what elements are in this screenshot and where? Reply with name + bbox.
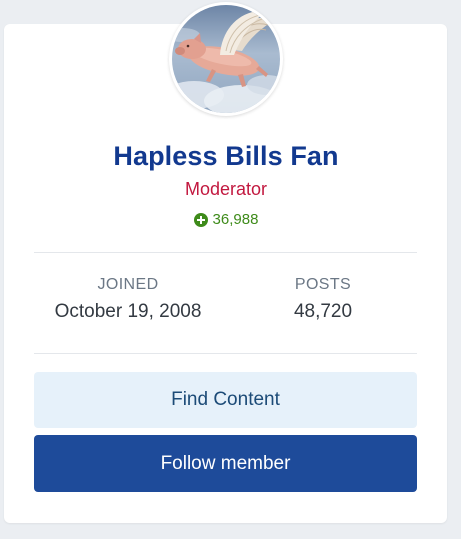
joined-value: October 19, 2008 [54, 301, 202, 322]
reputation-value: 36,988 [212, 211, 259, 228]
posts-value: 48,720 [293, 301, 353, 322]
reputation: 36,988 [0, 211, 452, 228]
divider [34, 353, 417, 354]
posts-label: POSTS [294, 276, 352, 293]
flying-pig-avatar-image [172, 5, 280, 113]
joined-label: JOINED [97, 276, 159, 293]
divider [34, 252, 417, 253]
follow-member-button[interactable]: Follow member [34, 435, 417, 492]
posts-stat: POSTS 48,720 [248, 276, 398, 323]
joined-stat: JOINED October 19, 2008 [34, 276, 222, 323]
avatar[interactable] [169, 2, 283, 116]
plus-circle-icon [193, 212, 208, 227]
profile-name[interactable]: Hapless Bills Fan [0, 141, 452, 172]
find-content-button[interactable]: Find Content [34, 372, 417, 428]
member-role: Moderator [184, 179, 268, 199]
